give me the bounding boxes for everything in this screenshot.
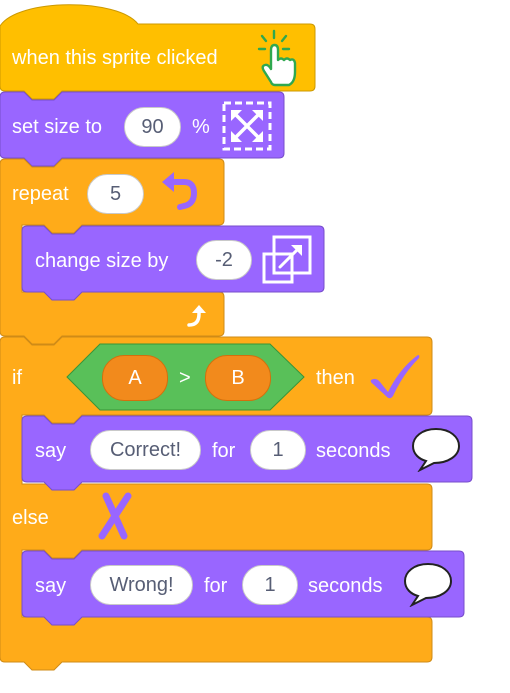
percent-label: % bbox=[192, 116, 210, 138]
say-label: say bbox=[35, 575, 67, 597]
say-text-input[interactable]: Correct! bbox=[90, 430, 201, 470]
operand-a-input[interactable]: A bbox=[102, 355, 168, 401]
repeat-label: repeat bbox=[12, 183, 69, 205]
speech-bubble-icon bbox=[411, 427, 461, 472]
for-label: for bbox=[204, 575, 228, 597]
change-size-label: change size by bbox=[35, 250, 169, 272]
loop-arrow-icon bbox=[187, 305, 206, 327]
say-seconds-input[interactable]: 1 bbox=[250, 430, 306, 470]
hat-block-label: when this sprite clicked bbox=[12, 47, 218, 69]
then-label: then bbox=[316, 367, 355, 389]
say-label: say bbox=[35, 440, 67, 462]
operand-b-input[interactable]: B bbox=[205, 355, 271, 401]
seconds-label: seconds bbox=[316, 440, 391, 462]
greater-than-label: > bbox=[179, 367, 191, 389]
cross-icon bbox=[98, 492, 132, 540]
if-label: if bbox=[12, 367, 22, 389]
seconds-label: seconds bbox=[308, 575, 383, 597]
checkmark-icon bbox=[370, 355, 420, 399]
repeat-count-input[interactable]: 5 bbox=[87, 174, 144, 214]
for-label: for bbox=[212, 440, 236, 462]
say-text-input[interactable]: Wrong! bbox=[90, 565, 193, 605]
set-size-label: set size to bbox=[12, 116, 103, 138]
say-seconds-input[interactable]: 1 bbox=[242, 565, 298, 605]
change-size-value-input[interactable]: -2 bbox=[196, 240, 252, 280]
hand-click-icon bbox=[257, 29, 297, 87]
expand-arrows-icon bbox=[222, 101, 272, 151]
resize-squares-icon bbox=[262, 235, 312, 284]
turn-arrow-icon bbox=[162, 172, 198, 210]
size-value-input[interactable]: 90 bbox=[124, 107, 181, 147]
else-label: else bbox=[12, 507, 49, 529]
speech-bubble-icon bbox=[403, 562, 453, 607]
